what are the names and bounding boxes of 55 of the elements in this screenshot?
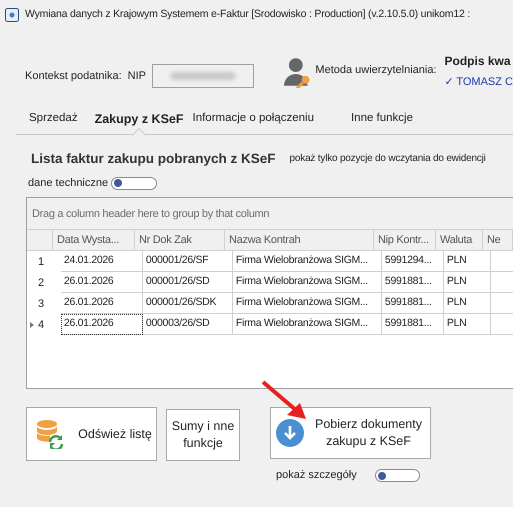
tab[interactable]: Inne funkcje	[350, 110, 413, 134]
row-header[interactable]: 2	[27, 272, 61, 294]
list-title: Lista faktur zakupu pobranych z KSeF	[31, 150, 276, 168]
column-header[interactable]: Nr Dok Zak	[135, 230, 225, 250]
table-cell: Firma Wielobranżowa SIGM...	[232, 314, 382, 336]
filter-label: pokaż tylko pozycje do wczytania do ewidencji	[290, 152, 486, 166]
table-cell: 24.01.2026	[60, 251, 143, 272]
column-header[interactable]: Ne	[483, 230, 513, 250]
auth-method-label: Metoda uwierzytelniania:	[315, 63, 436, 78]
download-icon	[276, 419, 304, 448]
annotation-arrow	[261, 380, 307, 420]
toggle-switch[interactable]	[111, 176, 158, 190]
toggle-label: dane techniczne	[28, 176, 108, 191]
download-button[interactable]: Pobierz dokumenty zakupu z KSeF	[270, 407, 431, 460]
table-cell: 5991294...	[382, 251, 444, 272]
database-refresh-icon	[36, 419, 64, 450]
table-cell: 26.01.2026	[60, 293, 143, 314]
row-header[interactable]: 4	[27, 314, 61, 336]
table-cell: 000001/26/SD	[142, 272, 233, 294]
table-cell: 26.01.2026	[60, 272, 143, 294]
functions-button[interactable]: Sumy i nne funkcje	[166, 409, 240, 462]
table-cell: 000001/26/SDK	[142, 293, 233, 314]
table-cell: PLN	[444, 293, 491, 314]
table-cell: Firma Wielobranżowa SIGM...	[232, 251, 382, 272]
window-title: Wymiana danych z Krajowym Systemem e-Faktur [Srodowisko : Production] (v.2.10.5.0) unikom12 :	[25, 7, 470, 22]
tab[interactable]: Informacje o połączeniu	[192, 110, 314, 134]
table-cell: Firma Wielobranżowa SIGM...	[232, 293, 382, 314]
column-header[interactable]: Nip Kontr...	[374, 230, 436, 250]
toggle-switch[interactable]	[374, 469, 420, 482]
group-panel: Drag a column header here to group by that column	[27, 198, 513, 230]
column-header[interactable]: Data Wysta...	[53, 230, 135, 250]
signature-title: Podpis kwa	[444, 53, 512, 70]
signature-user: ✓ TOMASZ C	[444, 75, 513, 90]
table-cell: 26.01.2026	[60, 314, 143, 336]
column-header[interactable]: Waluta	[436, 230, 483, 250]
table-cell: 5991881...	[382, 272, 444, 294]
table-cell: 000003/26/SD	[142, 314, 233, 336]
tab[interactable]: Zakupy z KSeF	[94, 110, 184, 134]
table-cell: PLN	[444, 272, 491, 294]
row-header[interactable]: 1	[27, 251, 61, 272]
column-header[interactable]: Nazwa Kontrah	[225, 230, 374, 250]
row-header[interactable]: 3	[27, 293, 61, 314]
table-cell: Firma Wielobranżowa SIGM...	[232, 272, 382, 294]
refresh-button[interactable]: Odśwież listę	[26, 407, 157, 462]
table-cell: 5991881...	[382, 293, 444, 314]
table-cell: PLN	[444, 251, 491, 272]
toggle-label: pokaż szczegóły	[276, 468, 357, 484]
tab[interactable]: Sprzedaż	[29, 110, 78, 134]
nip-field[interactable]	[152, 64, 254, 88]
table-cell: PLN	[444, 314, 491, 336]
app-icon	[5, 8, 19, 22]
table-cell: 5991881...	[382, 314, 444, 336]
nip-label: NIP	[128, 68, 146, 84]
table-cell: 000001/26/SF	[142, 251, 233, 272]
context-label: Kontekst podatnika:	[25, 68, 122, 84]
